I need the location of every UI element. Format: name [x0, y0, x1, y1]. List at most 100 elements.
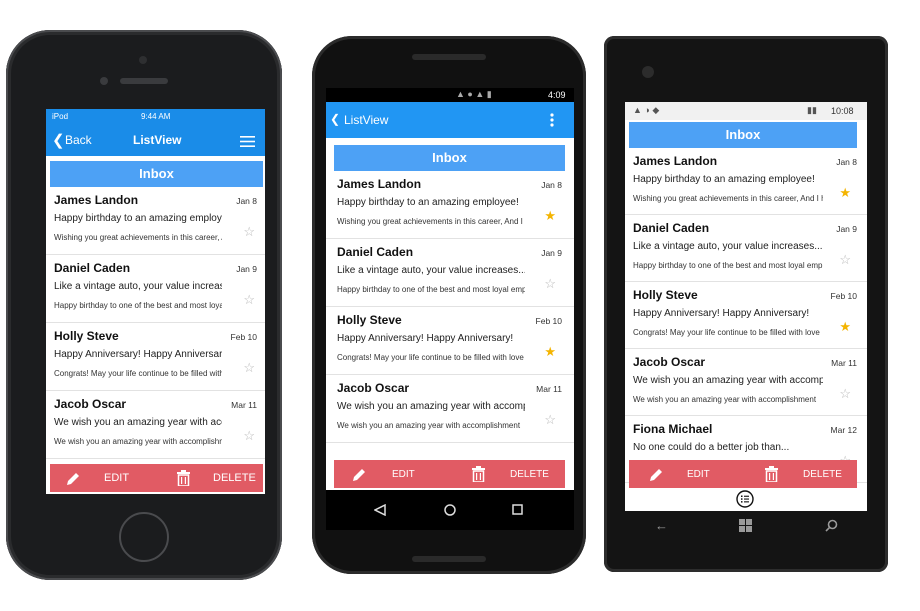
android-screen: ❮ ListView Inbox James Landon Jan 8 Happ… — [326, 102, 574, 490]
list-item[interactable]: Jacob Oscar Mar 11 We wish you an amazin… — [46, 391, 265, 459]
message-subject: We wish you an amazing year with accompl… — [54, 417, 222, 428]
list-item[interactable]: James Landon Jan 8 Happy birthday to an … — [625, 148, 867, 215]
star-icon[interactable]: ☆ — [839, 387, 851, 400]
star-icon[interactable]: ☆ — [839, 253, 851, 266]
hamburger-menu-icon[interactable] — [240, 136, 255, 147]
list-item[interactable]: James Landon Jan 8 Happy birthday to an … — [326, 171, 574, 239]
message-subject: We wish you an amazing year with accompl… — [633, 375, 823, 386]
windows-status-bar: ▲ ◑ ◆ ▮▮ 10:08 — [625, 102, 867, 120]
message-preview: We wish you an amazing year with accompl… — [337, 421, 521, 430]
status-time: 10:08 — [831, 106, 854, 116]
chevron-left-icon[interactable]: ❮ — [330, 112, 340, 126]
list-item[interactable]: Holly Steve Feb 10 Happy Anniversary! Ha… — [326, 307, 574, 375]
home-circle-icon[interactable] — [444, 504, 456, 516]
message-date: Jan 8 — [236, 196, 257, 206]
toolbar-title: ListView — [344, 113, 389, 127]
home-button[interactable] — [119, 512, 169, 562]
trash-icon[interactable] — [472, 466, 485, 482]
ios-status-bar: iPod 9:44 AM — [46, 109, 265, 126]
edit-button[interactable]: EDIT — [392, 469, 415, 480]
ios-nav-bar: ❮ Back ListView — [46, 126, 265, 156]
list-item[interactable]: Holly Steve Feb 10 Happy Anniversary! Ha… — [46, 323, 265, 391]
sender-name: James Landon — [633, 154, 718, 168]
message-subject: No one could do a better job than... — [633, 442, 790, 453]
star-icon[interactable]: ★ — [544, 209, 556, 222]
nav-title: ListView — [133, 133, 182, 147]
message-subject: Like a vintage auto, your value increase… — [54, 281, 222, 292]
trash-icon[interactable] — [177, 470, 190, 486]
star-icon[interactable]: ☆ — [243, 225, 255, 238]
sender-name: James Landon — [337, 177, 422, 191]
message-preview: Congrats! May your life continue to be f… — [633, 328, 820, 337]
star-icon[interactable]: ☆ — [243, 293, 255, 306]
message-preview: We wish you an amazing year with accompl… — [54, 437, 222, 446]
message-subject: Happy birthday to an amazing employee! — [54, 213, 222, 224]
carrier-label: iPod — [52, 112, 69, 121]
edit-button[interactable]: EDIT — [104, 472, 129, 484]
message-date: Mar 11 — [831, 358, 857, 368]
star-icon[interactable]: ★ — [839, 186, 851, 199]
list-item[interactable]: Daniel Caden Jan 9 Like a vintage auto, … — [46, 255, 265, 323]
signal-icons: ▲ ◑ ◆ — [633, 105, 660, 115]
edit-button[interactable]: EDIT — [687, 469, 710, 480]
front-sensor — [139, 56, 147, 64]
list-item[interactable]: Holly Steve Feb 10 Happy Anniversary! Ha… — [625, 282, 867, 349]
message-preview: Wishing you great achievements in this c… — [337, 217, 525, 226]
inbox-header: Inbox — [50, 161, 263, 187]
list-item[interactable]: Daniel Caden Jan 9 Like a vintage auto, … — [326, 239, 574, 307]
message-date: Mar 11 — [231, 400, 257, 410]
list-menu-icon[interactable] — [736, 490, 754, 508]
status-icons: ▲ ● ▲ ▮ — [456, 89, 492, 99]
chevron-left-icon[interactable]: ❮ — [52, 131, 65, 149]
message-subject: Like a vintage auto, your value increase… — [633, 241, 823, 252]
message-subject: Happy Anniversary! Happy Anniversary! — [54, 349, 222, 360]
message-date: Mar 11 — [536, 384, 562, 394]
pencil-icon[interactable] — [352, 467, 367, 482]
front-camera — [642, 66, 654, 78]
windows-screen: Inbox James Landon Jan 8 Happy birthday … — [625, 120, 867, 511]
message-subject: We wish you an amazing year with accompl… — [337, 401, 525, 412]
pencil-icon[interactable] — [649, 467, 664, 482]
windows-nav-bar: ← — [625, 511, 867, 541]
delete-button[interactable]: DELETE — [510, 469, 549, 480]
message-date: Jan 9 — [541, 248, 562, 258]
message-preview: Happy birthday to one of the best and mo… — [54, 301, 222, 310]
earpiece-speaker — [120, 78, 168, 84]
search-icon[interactable] — [825, 519, 838, 532]
message-date: Feb 10 — [535, 316, 562, 326]
message-date: Jan 9 — [836, 224, 857, 234]
ios-screen: iPod 9:44 AM ❮ Back ListView Inbox James… — [46, 109, 265, 494]
list-item[interactable]: James Landon Jan 8 Happy birthday to an … — [46, 187, 265, 255]
message-subject: Like a vintage auto, your value increase… — [337, 265, 525, 276]
sender-name: Jacob Oscar — [337, 381, 410, 395]
sender-name: Daniel Caden — [54, 261, 131, 275]
message-date: Mar 12 — [830, 425, 857, 435]
trash-icon[interactable] — [765, 466, 778, 482]
message-preview: Congrats! May your life continue to be f… — [54, 369, 222, 378]
status-time: 4:09 — [548, 90, 566, 100]
message-date: Feb 10 — [230, 332, 257, 342]
recents-square-icon[interactable] — [512, 504, 523, 515]
list-item[interactable]: Jacob Oscar Mar 11 We wish you an amazin… — [326, 375, 574, 443]
message-preview: Wishing you great achievements in this c… — [633, 194, 823, 203]
sender-name: Daniel Caden — [337, 245, 414, 259]
list-item[interactable]: Daniel Caden Jan 9 Like a vintage auto, … — [625, 215, 867, 282]
star-icon[interactable]: ☆ — [243, 429, 255, 442]
sender-name: Jacob Oscar — [54, 397, 127, 411]
sender-name: Holly Steve — [337, 313, 402, 327]
back-triangle-icon[interactable] — [374, 504, 386, 516]
pencil-icon[interactable] — [66, 471, 81, 486]
back-arrow-icon[interactable]: ← — [655, 518, 668, 533]
windows-logo-icon[interactable] — [739, 519, 752, 532]
star-icon[interactable]: ☆ — [544, 413, 556, 426]
star-icon[interactable]: ★ — [544, 345, 556, 358]
more-vert-icon[interactable] — [550, 113, 554, 127]
message-preview: Happy birthday to one of the best and mo… — [633, 261, 823, 270]
delete-button[interactable]: DELETE — [213, 472, 256, 484]
star-icon[interactable]: ☆ — [243, 361, 255, 374]
delete-button[interactable]: DELETE — [803, 469, 842, 480]
star-icon[interactable]: ☆ — [544, 277, 556, 290]
list-item[interactable]: Jacob Oscar Mar 11 We wish you an amazin… — [625, 349, 867, 416]
back-button[interactable]: Back — [65, 133, 92, 147]
star-icon[interactable]: ★ — [839, 320, 851, 333]
